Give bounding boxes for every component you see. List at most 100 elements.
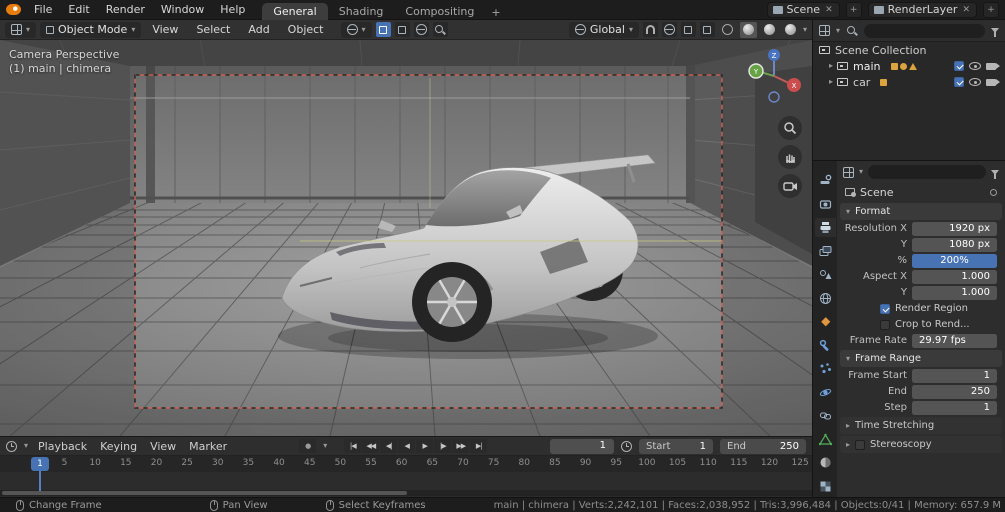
prev-keyframe-button[interactable]: ◀◀: [362, 439, 380, 453]
disclosure-icon[interactable]: ▸: [829, 62, 833, 70]
timeline-scrollbar[interactable]: [0, 490, 812, 496]
gizmos-toggle[interactable]: [661, 22, 677, 37]
remove-view-layer-icon[interactable]: ✕: [961, 5, 971, 15]
timeline-menu-view[interactable]: View: [147, 440, 179, 453]
exclude-checkbox[interactable]: [954, 77, 964, 87]
chevron-down-icon[interactable]: ▾: [859, 168, 863, 176]
tab-material[interactable]: [815, 453, 836, 472]
blender-logo-icon[interactable]: [6, 4, 21, 15]
shading-wireframe-button[interactable]: [719, 22, 736, 38]
tab-output[interactable]: [814, 218, 836, 237]
frame-end-field[interactable]: 250: [912, 384, 997, 399]
hide-eye-icon[interactable]: [969, 78, 981, 86]
proportional-edit-toggle[interactable]: [413, 22, 429, 37]
filter-icon[interactable]: [991, 169, 999, 179]
add-workspace-button[interactable]: +: [485, 5, 506, 20]
tab-tool[interactable]: [815, 171, 836, 190]
xray-toggle[interactable]: [699, 22, 715, 37]
panel-header-frame-range[interactable]: ▾ Frame Range: [840, 350, 1002, 367]
tab-modifiers[interactable]: [815, 336, 836, 355]
playhead[interactable]: 1: [31, 457, 49, 471]
outliner-row-main[interactable]: ▸ main: [813, 58, 1005, 74]
next-keyframe-button[interactable]: ▶▶: [452, 439, 470, 453]
tweak-toggle[interactable]: [375, 22, 391, 37]
breadcrumb-scene[interactable]: Scene: [860, 186, 894, 199]
outliner-editor-icon[interactable]: [819, 25, 830, 36]
filter-icon[interactable]: [991, 28, 999, 37]
timeline-area[interactable]: 1510152025303540455055606570758085909510…: [0, 456, 812, 497]
resolution-x-field[interactable]: 1920 px: [912, 221, 997, 236]
gizmo-neg-z-axis[interactable]: [768, 91, 780, 103]
snap-toggle[interactable]: [642, 22, 658, 37]
render-region-checkbox[interactable]: [880, 303, 890, 314]
scene-3d-canvas[interactable]: [0, 40, 812, 436]
orientation-dropdown[interactable]: Global ▾: [568, 21, 639, 38]
shading-material-button[interactable]: [761, 22, 778, 38]
viewport-menu-view[interactable]: View: [145, 22, 185, 37]
viewport-menu-object[interactable]: Object: [281, 22, 331, 37]
search-icon[interactable]: [846, 25, 858, 37]
frame-rate-dropdown[interactable]: 29.97 fps: [912, 333, 997, 348]
chevron-down-icon[interactable]: ▾: [323, 442, 327, 450]
unlink-scene-icon[interactable]: ✕: [824, 5, 834, 15]
resolution-y-field[interactable]: 1080 px: [912, 237, 997, 252]
tab-object-data[interactable]: [815, 430, 836, 449]
frame-step-field[interactable]: 1: [912, 400, 997, 415]
scrollbar-thumb[interactable]: [2, 491, 407, 495]
new-scene-button[interactable]: +: [845, 1, 862, 18]
aspect-y-field[interactable]: 1.000: [912, 285, 997, 300]
frame-start-field[interactable]: 1: [912, 368, 997, 383]
menu-render[interactable]: Render: [99, 2, 152, 17]
workspace-tab-general[interactable]: General: [262, 2, 328, 20]
properties-editor-icon[interactable]: [843, 166, 854, 178]
crop-checkbox[interactable]: [880, 319, 890, 330]
menu-window[interactable]: Window: [154, 2, 211, 17]
resolution-percent-slider[interactable]: 200%: [912, 253, 997, 268]
jump-to-start-button[interactable]: |◀: [344, 439, 362, 453]
tab-constraints[interactable]: [815, 406, 836, 425]
mode-dropdown[interactable]: Object Mode ▾: [40, 21, 142, 38]
viewport-canvas[interactable]: Camera Perspective (1) main | chimera Z …: [0, 40, 812, 436]
playhead-line[interactable]: [39, 469, 41, 491]
timeline-menu-keying[interactable]: Keying: [97, 440, 140, 453]
new-view-layer-button[interactable]: +: [983, 1, 999, 18]
view-layer-selector[interactable]: RenderLayer ✕: [867, 1, 977, 18]
frame-end-widget[interactable]: End 250: [720, 438, 806, 454]
stereoscopy-checkbox[interactable]: [855, 439, 866, 450]
play-button[interactable]: ▶: [416, 439, 434, 453]
viewport-search-button[interactable]: [432, 22, 448, 37]
pivot-point-dropdown[interactable]: ▾: [340, 21, 372, 38]
snap-vertex-toggle[interactable]: [394, 22, 410, 37]
exclude-checkbox[interactable]: [954, 61, 964, 71]
scene-selector[interactable]: Scene ✕: [766, 1, 840, 18]
aspect-x-field[interactable]: 1.000: [912, 269, 997, 284]
disclosure-icon[interactable]: ▸: [829, 78, 833, 86]
viewport-menu-select[interactable]: Select: [189, 22, 237, 37]
chevron-down-icon[interactable]: ▾: [803, 25, 807, 34]
tab-view-layer[interactable]: [815, 242, 836, 261]
tab-object[interactable]: [815, 312, 836, 331]
panel-header-time-stretching[interactable]: ▸ Time Stretching: [840, 417, 1002, 434]
pin-icon[interactable]: [990, 188, 997, 196]
timeline-menu-playback[interactable]: Playback: [35, 440, 90, 453]
panel-header-format[interactable]: ▾ Format: [840, 203, 1002, 220]
tab-render[interactable]: [815, 195, 836, 214]
tab-particles[interactable]: [815, 359, 836, 378]
jump-to-end-button[interactable]: ▶|: [470, 439, 488, 453]
menu-file[interactable]: File: [27, 2, 59, 17]
tab-texture[interactable]: [815, 477, 836, 496]
workspace-tab-shading[interactable]: Shading: [328, 3, 395, 20]
menu-help[interactable]: Help: [213, 2, 252, 17]
overlays-toggle[interactable]: [680, 22, 696, 37]
current-frame-field[interactable]: 1: [550, 438, 614, 454]
outliner-row-scene-collection[interactable]: Scene Collection: [813, 42, 1005, 58]
zoom-button[interactable]: [778, 116, 802, 140]
pan-button[interactable]: [778, 145, 802, 169]
preview-range-icon[interactable]: [621, 440, 632, 452]
timeline-ruler[interactable]: 1510152025303540455055606570758085909510…: [0, 456, 812, 472]
disable-render-camera-icon[interactable]: [986, 62, 1000, 70]
panel-header-stereoscopy[interactable]: ▸ Stereoscopy: [840, 436, 1002, 453]
menu-edit[interactable]: Edit: [61, 2, 96, 17]
workspace-tab-compositing[interactable]: Compositing: [394, 3, 485, 20]
shading-solid-button[interactable]: [739, 21, 757, 38]
